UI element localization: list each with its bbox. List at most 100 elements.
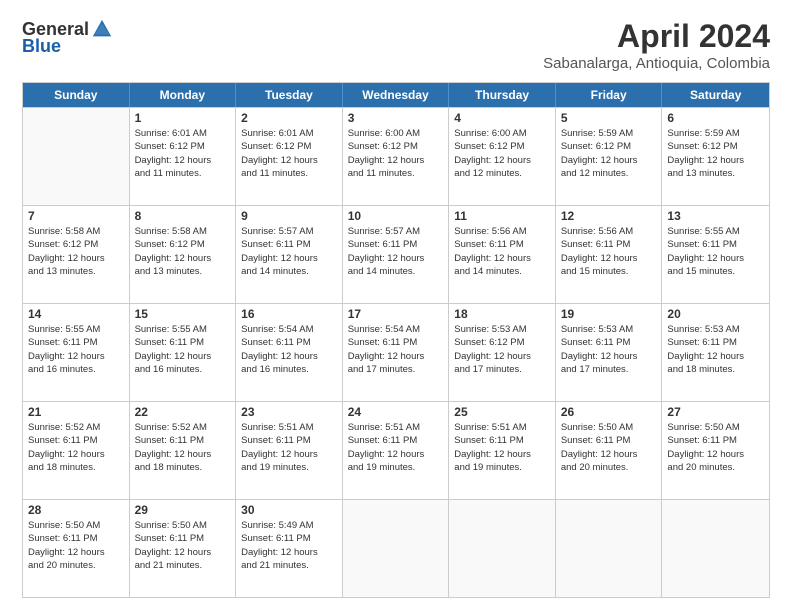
calendar-cell: 10 Sunrise: 5:57 AM Sunset: 6:11 PM Dayli… — [343, 206, 450, 303]
calendar-cell: 4 Sunrise: 6:00 AM Sunset: 6:12 PM Daylig… — [449, 108, 556, 205]
day-info: Sunrise: 5:54 AM Sunset: 6:11 PM Dayligh… — [348, 323, 444, 376]
calendar-cell — [556, 500, 663, 597]
day-info: Sunrise: 5:51 AM Sunset: 6:11 PM Dayligh… — [348, 421, 444, 474]
calendar-cell: 30Sunrise: 5:49 AM Sunset: 6:11 PM Dayli… — [236, 500, 343, 597]
day-info: Sunrise: 5:59 AM Sunset: 6:12 PM Dayligh… — [561, 127, 657, 180]
calendar-cell: 1Sunrise: 6:01 AM Sunset: 6:12 PM Daylig… — [130, 108, 237, 205]
day-number: 17 — [348, 307, 444, 321]
calendar-cell: 5 Sunrise: 5:59 AM Sunset: 6:12 PM Daylig… — [556, 108, 663, 205]
day-number: 22 — [135, 405, 231, 419]
day-info: Sunrise: 5:56 AM Sunset: 6:11 PM Dayligh… — [561, 225, 657, 278]
day-info: Sunrise: 5:50 AM Sunset: 6:11 PM Dayligh… — [561, 421, 657, 474]
calendar-cell: 26 Sunrise: 5:50 AM Sunset: 6:11 PM Dayli… — [556, 402, 663, 499]
subtitle: Sabanalarga, Antioquia, Colombia — [543, 55, 770, 72]
day-number: 4 — [454, 111, 550, 125]
day-number: 18 — [454, 307, 550, 321]
calendar-cell — [343, 500, 450, 597]
day-number: 21 — [28, 405, 124, 419]
calendar-cell: 27 Sunrise: 5:50 AM Sunset: 6:11 PM Dayli… — [662, 402, 769, 499]
header-day-tuesday: Tuesday — [236, 83, 343, 107]
day-info: Sunrise: 6:00 AM Sunset: 6:12 PM Dayligh… — [454, 127, 550, 180]
calendar-cell: 8Sunrise: 5:58 AM Sunset: 6:12 PM Daylig… — [130, 206, 237, 303]
day-info: Sunrise: 6:01 AM Sunset: 6:12 PM Dayligh… — [241, 127, 337, 180]
calendar-cell: 12Sunrise: 5:56 AM Sunset: 6:11 PM Dayli… — [556, 206, 663, 303]
page: General Blue April 2024 Sabanalarga, Ant… — [0, 0, 792, 612]
day-info: Sunrise: 5:52 AM Sunset: 6:11 PM Dayligh… — [28, 421, 124, 474]
day-number: 16 — [241, 307, 337, 321]
calendar-cell — [449, 500, 556, 597]
day-info: Sunrise: 5:59 AM Sunset: 6:12 PM Dayligh… — [667, 127, 764, 180]
day-info: Sunrise: 5:55 AM Sunset: 6:11 PM Dayligh… — [135, 323, 231, 376]
header-day-wednesday: Wednesday — [343, 83, 450, 107]
calendar-cell: 13Sunrise: 5:55 AM Sunset: 6:11 PM Dayli… — [662, 206, 769, 303]
day-number: 2 — [241, 111, 337, 125]
title-block: April 2024 Sabanalarga, Antioquia, Colom… — [543, 18, 770, 72]
day-number: 6 — [667, 111, 764, 125]
day-info: Sunrise: 5:50 AM Sunset: 6:11 PM Dayligh… — [667, 421, 764, 474]
calendar-cell: 7Sunrise: 5:58 AM Sunset: 6:12 PM Daylig… — [23, 206, 130, 303]
day-info: Sunrise: 5:54 AM Sunset: 6:11 PM Dayligh… — [241, 323, 337, 376]
day-number: 19 — [561, 307, 657, 321]
calendar-week-4: 21 Sunrise: 5:52 AM Sunset: 6:11 PM Dayli… — [23, 401, 769, 499]
calendar-cell: 24 Sunrise: 5:51 AM Sunset: 6:11 PM Dayli… — [343, 402, 450, 499]
calendar-week-3: 14 Sunrise: 5:55 AM Sunset: 6:11 PM Dayli… — [23, 303, 769, 401]
calendar-week-2: 7Sunrise: 5:58 AM Sunset: 6:12 PM Daylig… — [23, 205, 769, 303]
calendar-cell: 15 Sunrise: 5:55 AM Sunset: 6:11 PM Dayli… — [130, 304, 237, 401]
calendar-cell: 17 Sunrise: 5:54 AM Sunset: 6:11 PM Dayli… — [343, 304, 450, 401]
day-number: 10 — [348, 209, 444, 223]
day-info: Sunrise: 6:01 AM Sunset: 6:12 PM Dayligh… — [135, 127, 231, 180]
day-info: Sunrise: 5:50 AM Sunset: 6:11 PM Dayligh… — [28, 519, 124, 572]
day-number: 28 — [28, 503, 124, 517]
day-number: 27 — [667, 405, 764, 419]
day-number: 24 — [348, 405, 444, 419]
day-number: 14 — [28, 307, 124, 321]
calendar-cell: 23 Sunrise: 5:51 AM Sunset: 6:11 PM Dayli… — [236, 402, 343, 499]
header: General Blue April 2024 Sabanalarga, Ant… — [22, 18, 770, 72]
calendar-cell: 22 Sunrise: 5:52 AM Sunset: 6:11 PM Dayli… — [130, 402, 237, 499]
day-number: 9 — [241, 209, 337, 223]
calendar-body: 1Sunrise: 6:01 AM Sunset: 6:12 PM Daylig… — [23, 107, 769, 597]
calendar-cell: 20 Sunrise: 5:53 AM Sunset: 6:11 PM Dayli… — [662, 304, 769, 401]
calendar-week-1: 1Sunrise: 6:01 AM Sunset: 6:12 PM Daylig… — [23, 107, 769, 205]
day-info: Sunrise: 5:55 AM Sunset: 6:11 PM Dayligh… — [28, 323, 124, 376]
day-info: Sunrise: 5:53 AM Sunset: 6:12 PM Dayligh… — [454, 323, 550, 376]
calendar-cell: 16 Sunrise: 5:54 AM Sunset: 6:11 PM Dayli… — [236, 304, 343, 401]
day-number: 5 — [561, 111, 657, 125]
calendar-cell: 19 Sunrise: 5:53 AM Sunset: 6:11 PM Dayli… — [556, 304, 663, 401]
calendar-cell — [23, 108, 130, 205]
calendar-cell — [662, 500, 769, 597]
calendar-cell: 25Sunrise: 5:51 AM Sunset: 6:11 PM Dayli… — [449, 402, 556, 499]
calendar-cell: 6 Sunrise: 5:59 AM Sunset: 6:12 PM Daylig… — [662, 108, 769, 205]
day-number: 20 — [667, 307, 764, 321]
day-number: 3 — [348, 111, 444, 125]
calendar-cell: 14 Sunrise: 5:55 AM Sunset: 6:11 PM Dayli… — [23, 304, 130, 401]
day-number: 26 — [561, 405, 657, 419]
day-info: Sunrise: 5:58 AM Sunset: 6:12 PM Dayligh… — [28, 225, 124, 278]
day-number: 23 — [241, 405, 337, 419]
calendar-cell: 18 Sunrise: 5:53 AM Sunset: 6:12 PM Dayli… — [449, 304, 556, 401]
header-day-friday: Friday — [556, 83, 663, 107]
header-day-sunday: Sunday — [23, 83, 130, 107]
day-info: Sunrise: 5:55 AM Sunset: 6:11 PM Dayligh… — [667, 225, 764, 278]
day-number: 30 — [241, 503, 337, 517]
calendar-cell: 28 Sunrise: 5:50 AM Sunset: 6:11 PM Dayli… — [23, 500, 130, 597]
day-info: Sunrise: 5:53 AM Sunset: 6:11 PM Dayligh… — [667, 323, 764, 376]
day-info: Sunrise: 5:57 AM Sunset: 6:11 PM Dayligh… — [241, 225, 337, 278]
header-day-monday: Monday — [130, 83, 237, 107]
header-day-saturday: Saturday — [662, 83, 769, 107]
calendar-week-5: 28 Sunrise: 5:50 AM Sunset: 6:11 PM Dayli… — [23, 499, 769, 597]
day-info: Sunrise: 5:53 AM Sunset: 6:11 PM Dayligh… — [561, 323, 657, 376]
header-day-thursday: Thursday — [449, 83, 556, 107]
logo-blue: Blue — [22, 36, 61, 57]
day-number: 15 — [135, 307, 231, 321]
calendar-cell: 29Sunrise: 5:50 AM Sunset: 6:11 PM Dayli… — [130, 500, 237, 597]
day-info: Sunrise: 5:52 AM Sunset: 6:11 PM Dayligh… — [135, 421, 231, 474]
day-info: Sunrise: 5:57 AM Sunset: 6:11 PM Dayligh… — [348, 225, 444, 278]
calendar-header: SundayMondayTuesdayWednesdayThursdayFrid… — [23, 83, 769, 107]
calendar-cell: 2 Sunrise: 6:01 AM Sunset: 6:12 PM Daylig… — [236, 108, 343, 205]
logo-icon — [91, 18, 113, 40]
day-info: Sunrise: 5:51 AM Sunset: 6:11 PM Dayligh… — [241, 421, 337, 474]
calendar: SundayMondayTuesdayWednesdayThursdayFrid… — [22, 82, 770, 598]
day-number: 11 — [454, 209, 550, 223]
day-number: 29 — [135, 503, 231, 517]
